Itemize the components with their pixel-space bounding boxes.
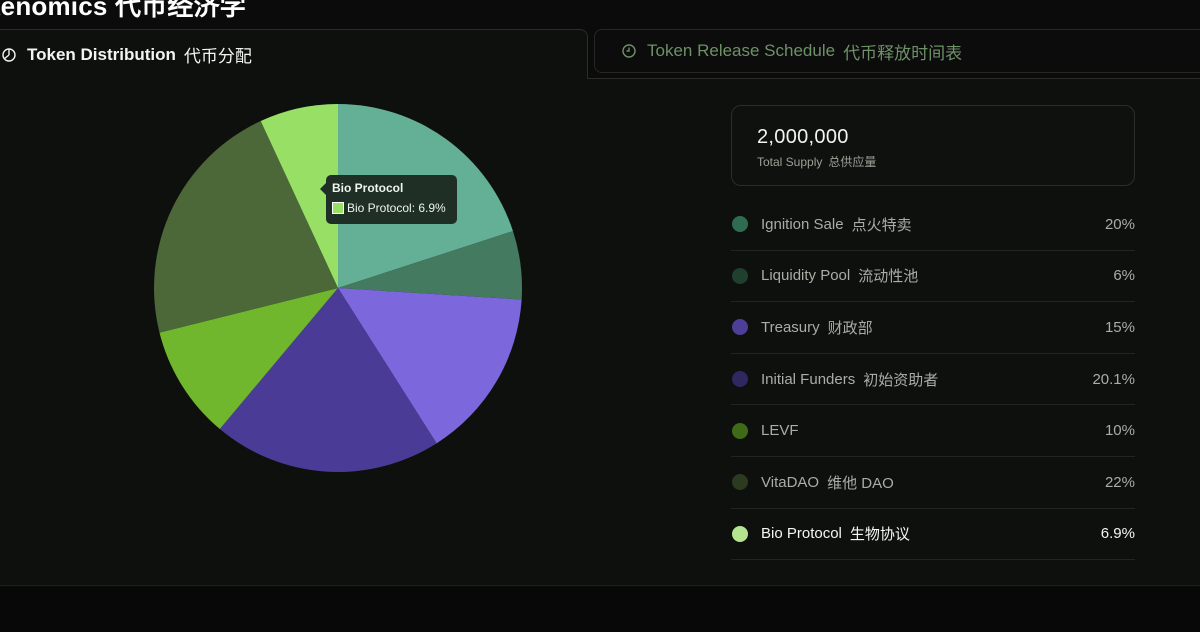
pie-chart-icon: [1, 47, 17, 63]
legend-dot: [732, 422, 748, 439]
total-supply-value: 2,000,000: [757, 126, 849, 148]
legend-item-initial-funders[interactable]: Initial Funders 初始资助者 20.1%: [731, 354, 1135, 406]
legend-percentage: 10%: [1104, 422, 1135, 440]
legend-label-cn: 生物协议: [849, 526, 910, 544]
total-supply-card: 2,000,000 Total Supply 总供应量: [731, 105, 1135, 186]
legend-label: Initial Funders: [761, 370, 856, 388]
tooltip-title: Bio Protocol: [332, 181, 404, 195]
legend-item-ignition-sale[interactable]: Ignition Sale 点火特卖 20%: [731, 199, 1135, 251]
legend-label: Bio Protocol: [761, 525, 842, 543]
legend-label: LEVF: [761, 422, 799, 440]
total-supply-label-en: Total Supply: [757, 155, 823, 169]
total-supply-label: Total Supply 总供应量: [757, 153, 1109, 170]
tab-token-distribution[interactable]: Token Distribution 代币分配: [0, 29, 588, 79]
tab-token-release-schedule[interactable]: Token Release Schedule 代币释放时间表: [594, 29, 1200, 73]
legend-dot: [732, 474, 748, 491]
legend-dot: [732, 216, 748, 233]
distribution-legend: Ignition Sale 点火特卖 20% Liquidity Pool 流动…: [731, 199, 1135, 561]
legend-percentage: 6%: [1113, 267, 1135, 285]
legend-percentage: 20.1%: [1092, 370, 1135, 388]
legend-label-cn: 点火特卖: [851, 216, 912, 234]
tab-label-cn: 代币分配: [183, 47, 252, 66]
total-supply-label-cn: 总供应量: [828, 155, 877, 169]
legend-label: Ignition Sale: [761, 215, 844, 233]
legend-dot: [732, 267, 748, 284]
legend-percentage: 22%: [1104, 473, 1135, 491]
pie-chart-svg: [154, 104, 523, 472]
chart-tooltip: Bio Protocol Bio Protocol: 6.9%: [320, 175, 457, 224]
legend-item-liquidity-pool[interactable]: Liquidity Pool 流动性池 6%: [731, 251, 1135, 303]
tab-label: Token Release Schedule: [647, 41, 836, 60]
tokenomics-page: kenomics 代币经济学 Token Distribution 代币分配 T…: [0, 0, 1200, 632]
legend-label: Treasury: [761, 318, 820, 336]
legend-label-cn: 财政部: [827, 319, 873, 337]
legend-percentage: 6.9%: [1100, 525, 1135, 543]
legend-item-bio-protocol[interactable]: Bio Protocol 生物协议 6.9%: [731, 509, 1135, 561]
legend-label: Liquidity Pool: [761, 267, 851, 285]
legend-label-cn: 流动性池: [858, 268, 919, 286]
tooltip-text: Bio Protocol: 6.9%: [347, 201, 446, 215]
footer-strip: [0, 587, 1200, 632]
legend-label-cn: 维他 DAO: [827, 474, 894, 492]
tooltip-row: Bio Protocol: 6.9%: [332, 201, 451, 215]
legend-dot: [732, 371, 748, 388]
legend-item-treasury[interactable]: Treasury 财政部 15%: [731, 302, 1135, 354]
legend-dot: [732, 525, 748, 542]
tooltip-swatch: [332, 202, 344, 214]
page-title: kenomics 代币经济学: [0, 0, 246, 21]
clock-icon: [621, 43, 637, 59]
distribution-pie-chart[interactable]: [150, 100, 526, 476]
tab-label-cn: 代币释放时间表: [843, 43, 963, 63]
legend-item-vitadao[interactable]: VitaDAO 维他 DAO 22%: [731, 457, 1135, 509]
legend-label: VitaDAO: [761, 473, 820, 491]
legend-percentage: 20%: [1104, 215, 1135, 233]
legend-dot: [732, 319, 748, 336]
legend-item-levf[interactable]: LEVF 10%: [731, 405, 1135, 457]
legend-percentage: 15%: [1104, 318, 1135, 336]
legend-label-cn: 初始资助者: [863, 371, 939, 389]
tab-label: Token Distribution: [27, 44, 176, 64]
